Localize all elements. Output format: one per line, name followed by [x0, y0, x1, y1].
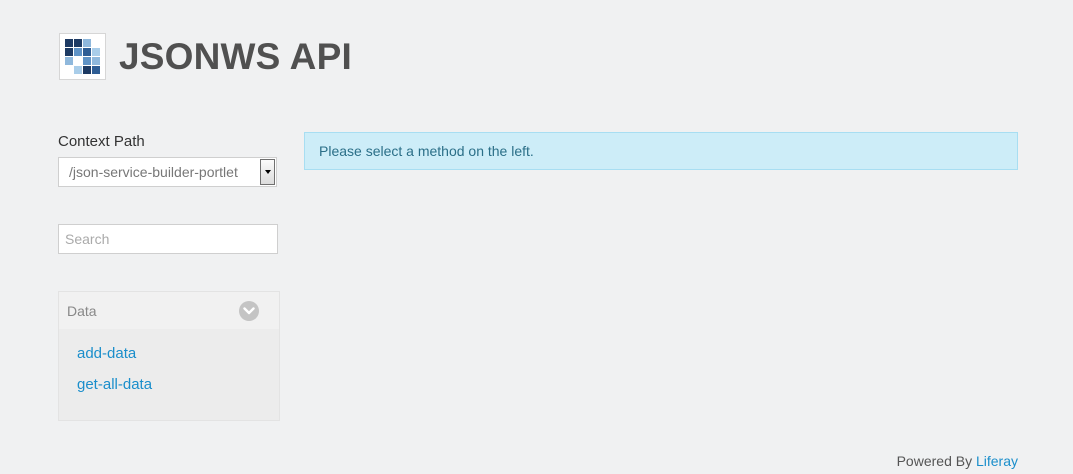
footer-prefix: Powered By — [896, 453, 973, 469]
context-path-label: Context Path — [58, 133, 145, 150]
context-path-select[interactable]: /json-service-builder-portlet — [58, 157, 277, 187]
page-title: JSONWS API — [119, 35, 352, 77]
liferay-logo-icon — [59, 33, 106, 80]
method-link-get-all-data[interactable]: get-all-data — [77, 375, 279, 406]
info-alert: Please select a method on the left. — [304, 132, 1018, 170]
alert-message: Please select a method on the left. — [319, 143, 534, 159]
panel-header[interactable]: Data — [59, 292, 279, 329]
search-input[interactable] — [58, 224, 278, 254]
panel-body: add-data get-all-data — [59, 329, 279, 406]
panel-title: Data — [67, 302, 97, 319]
liferay-link[interactable]: Liferay — [976, 453, 1018, 469]
chevron-down-icon[interactable] — [239, 300, 259, 321]
dropdown-arrow-icon[interactable] — [260, 159, 275, 185]
service-panel: Data add-data get-all-data — [58, 291, 280, 421]
method-link-add-data[interactable]: add-data — [77, 344, 279, 375]
context-path-value: /json-service-builder-portlet — [69, 164, 238, 180]
footer: Powered By Liferay — [897, 453, 1018, 469]
page-header: JSONWS API — [59, 33, 352, 80]
